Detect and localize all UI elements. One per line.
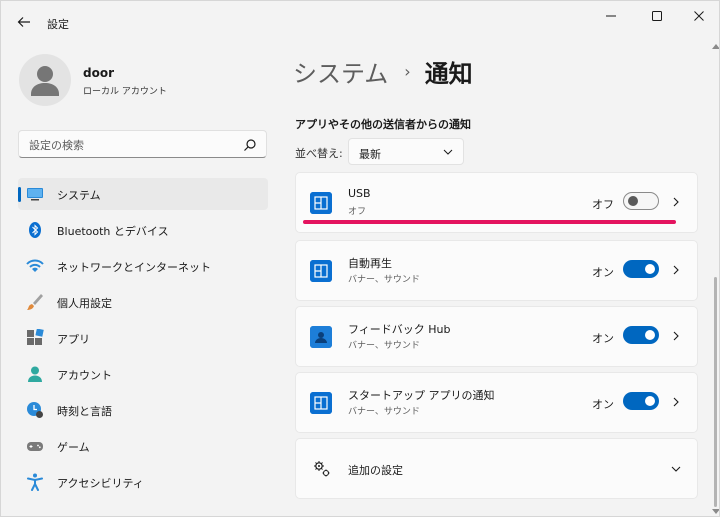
toggle-state-label: オン (592, 398, 614, 411)
search-input[interactable] (29, 136, 229, 154)
gamepad-icon (27, 442, 43, 451)
maximize-button[interactable] (639, 5, 675, 27)
section-title: アプリやその他の送信者からの通知 (295, 118, 471, 131)
sidebar-item-label: アカウント (57, 369, 112, 382)
sort-label: 並べ替え: (295, 147, 343, 160)
clock-icon (27, 402, 43, 418)
notification-toggle[interactable] (623, 392, 659, 410)
sidebar-item-label: 個人用設定 (57, 297, 112, 310)
user-avatar-icon (31, 66, 59, 96)
app-notification-feedback-hub[interactable]: フィードバック Hub バナー、サウンド オン (295, 306, 698, 367)
sidebar-item-label: アクセシビリティ (57, 477, 144, 490)
toggle-state-label: オン (592, 266, 614, 279)
sidebar-item-label: 時刻と言語 (57, 405, 112, 418)
chevron-right-icon[interactable] (670, 396, 682, 408)
additional-settings[interactable]: 追加の設定 (295, 438, 698, 499)
toggle-state-label: オフ (592, 198, 614, 211)
toggle-knob (628, 196, 638, 206)
app-subtitle: バナー、サウンド (348, 275, 420, 285)
notification-toggle[interactable] (623, 192, 659, 210)
scrollbar-thumb[interactable] (714, 277, 717, 507)
app-name: フィードバック Hub (348, 323, 451, 336)
notification-toggle[interactable] (623, 260, 659, 278)
close-icon (694, 11, 704, 21)
profile-account-type: ローカル アカウント (83, 87, 167, 97)
app-subtitle: オフ (348, 207, 367, 217)
sidebar-item-personalization[interactable]: 個人用設定 (18, 286, 268, 318)
sort-dropdown[interactable]: 最新 (348, 138, 464, 165)
scroll-down-icon[interactable] (712, 509, 720, 515)
sidebar-item-label: システム (57, 189, 101, 202)
additional-settings-label: 追加の設定 (348, 464, 403, 477)
app-notification-autoplay[interactable]: 自動再生 バナー、サウンド オン (295, 240, 698, 301)
app-name: スタートアップ アプリの通知 (348, 389, 495, 402)
sidebar-item-accessibility[interactable]: アクセシビリティ (18, 466, 268, 498)
scroll-up-icon[interactable] (712, 43, 720, 49)
usb-app-icon (310, 192, 332, 214)
gear-icon (314, 461, 330, 477)
active-indicator (18, 187, 21, 202)
app-title: 設定 (47, 18, 69, 31)
sort-selected-value: 最新 (359, 148, 381, 161)
minimize-button[interactable] (593, 5, 629, 27)
page-title: 通知 (424, 59, 473, 88)
wifi-icon (26, 259, 44, 272)
brush-icon (27, 294, 43, 310)
chevron-right-icon[interactable] (670, 264, 682, 276)
app-subtitle: バナー、サウンド (348, 407, 420, 417)
toggle-knob (645, 330, 655, 340)
sidebar-item-label: アプリ (57, 333, 90, 346)
avatar[interactable] (19, 54, 71, 106)
sidebar-item-label: ネットワークとインターネット (57, 261, 211, 274)
title-bar: 設定 (1, 1, 719, 41)
sidebar-item-gaming[interactable]: ゲーム (18, 430, 268, 462)
search-icon[interactable] (243, 138, 257, 152)
breadcrumb-parent[interactable]: システム (293, 54, 388, 89)
app-subtitle: バナー、サウンド (348, 341, 420, 351)
accessibility-icon (27, 473, 43, 491)
sidebar-item-network[interactable]: ネットワークとインターネット (18, 250, 268, 282)
feedback-hub-app-icon (310, 326, 332, 348)
sidebar-item-system[interactable]: システム (18, 178, 268, 210)
toggle-knob (645, 264, 655, 274)
chevron-down-icon[interactable] (670, 463, 682, 475)
chevron-right-icon[interactable] (670, 196, 682, 208)
app-name: USB (348, 187, 371, 200)
breadcrumb-separator: › (404, 61, 411, 81)
search-box[interactable] (18, 130, 267, 158)
settings-window: 設定 door ローカル アカウント システ (0, 0, 720, 517)
sidebar-item-time-language[interactable]: 時刻と言語 (18, 394, 268, 426)
profile-name: door (83, 66, 114, 80)
sidebar-item-label: ゲーム (57, 441, 90, 454)
notification-toggle[interactable] (623, 326, 659, 344)
sidebar-item-bluetooth[interactable]: Bluetooth とデバイス (18, 214, 268, 246)
chevron-right-icon[interactable] (670, 330, 682, 342)
back-arrow-icon (17, 17, 30, 27)
breadcrumb: システム › 通知 (293, 53, 473, 89)
close-button[interactable] (681, 5, 717, 27)
back-button[interactable] (13, 11, 35, 33)
sidebar-item-accounts[interactable]: アカウント (18, 358, 268, 390)
system-icon (27, 188, 43, 201)
minimize-icon (606, 15, 616, 17)
sidebar-item-label: Bluetooth とデバイス (57, 225, 169, 238)
highlight-underline (303, 220, 676, 224)
toggle-knob (645, 396, 655, 406)
account-icon (28, 366, 42, 382)
autoplay-app-icon (310, 260, 332, 282)
maximize-icon (652, 11, 662, 21)
chevron-down-icon (443, 149, 453, 155)
apps-icon (27, 329, 44, 345)
app-name: 自動再生 (348, 257, 392, 270)
sidebar-item-apps[interactable]: アプリ (18, 322, 268, 354)
app-notification-startup-apps[interactable]: スタートアップ アプリの通知 バナー、サウンド オン (295, 372, 698, 433)
bluetooth-icon (29, 222, 41, 238)
startup-app-icon (310, 392, 332, 414)
toggle-state-label: オン (592, 332, 614, 345)
